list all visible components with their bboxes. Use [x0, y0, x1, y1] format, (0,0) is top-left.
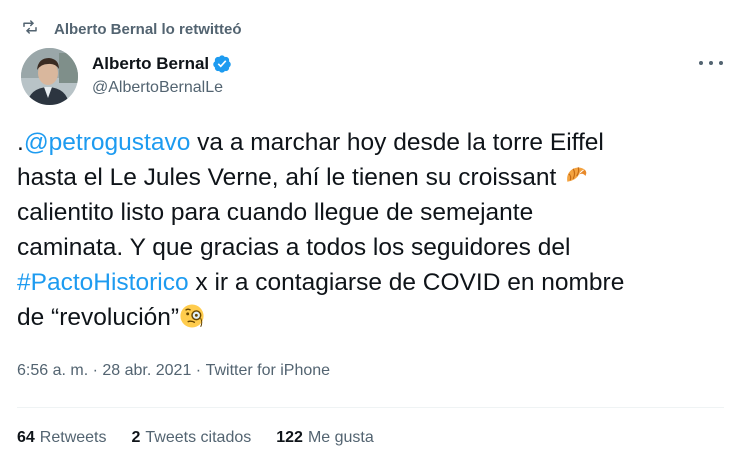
tweet-date[interactable]: 28 abr. 2021 [102, 362, 191, 380]
author-name[interactable]: Alberto Bernal [92, 54, 209, 74]
meta-separator: · [191, 362, 206, 379]
tweet-text: .@petrogustavo va a marchar hoy desde la… [17, 125, 732, 335]
meta-separator: · [88, 362, 103, 379]
likes-stat[interactable]: 122 Me gusta [276, 429, 374, 447]
tweet-line: hasta el Le Jules Verne, ahí le tienen s… [17, 160, 732, 195]
tweet-text-segment: caminata. Y que gracias a todos los segu… [17, 234, 571, 261]
monocle-emoji [179, 303, 205, 329]
tweet-source[interactable]: Twitter for iPhone [206, 362, 331, 380]
quote-tweets-stat[interactable]: 2 Tweets citados [132, 429, 252, 447]
more-options-button[interactable] [699, 54, 723, 72]
retweets-label: Retweets [39, 429, 107, 446]
tweet-text-segment: calientito listo para cuando llegue de s… [17, 199, 534, 226]
tweet-line: .@petrogustavo va a marchar hoy desde la… [17, 125, 732, 160]
tweet-text-segment: de “revolución” [17, 304, 180, 331]
likes-count: 122 [276, 429, 303, 446]
likes-label: Me gusta [307, 429, 374, 446]
tweet-line: de “revolución” [17, 300, 732, 335]
tweet-stats: 64 Retweets 2 Tweets citados 122 Me gust… [17, 429, 399, 447]
hashtag-link[interactable]: #PactoHistorico [17, 269, 189, 296]
retweet-label[interactable]: Alberto Bernal lo retwitteó [54, 21, 242, 38]
retweets-count: 64 [17, 429, 35, 446]
quote-tweets-count: 2 [131, 429, 141, 446]
tweet-line: caminata. Y que gracias a todos los segu… [17, 230, 732, 265]
tweet-text-segment: x ir a contagiarse de COVID en nombre [188, 269, 625, 296]
more-dot [709, 61, 713, 65]
retweet-context[interactable]: Alberto Bernal lo retwitteó [21, 18, 242, 40]
author-handle[interactable]: @AlbertoBernalLe [92, 79, 232, 97]
divider [17, 407, 724, 408]
mention-link[interactable]: @petrogustavo [24, 129, 191, 156]
more-dot [699, 61, 703, 65]
retweets-stat[interactable]: 64 Retweets [17, 429, 107, 447]
tweet-text-segment: va a marchar hoy desde la torre Eiffel [190, 129, 604, 156]
tweet-line: calientito listo para cuando llegue de s… [17, 195, 732, 230]
tweet-line: #PactoHistorico x ir a contagiarse de CO… [17, 265, 732, 300]
verified-badge-icon [212, 54, 232, 74]
author-info: Alberto Bernal @AlbertoBernalLe [92, 53, 232, 97]
retweet-icon [21, 18, 39, 41]
tweet-time[interactable]: 6:56 a. m. [17, 362, 88, 380]
tweet-text-segment: hasta el Le Jules Verne, ahí le tienen s… [17, 164, 564, 191]
tweet-text-segment: . [17, 129, 24, 156]
avatar[interactable] [21, 48, 78, 105]
croissant-emoji [563, 163, 589, 189]
quote-tweets-label: Tweets citados [145, 429, 252, 446]
tweet-meta: 6:56 a. m. · 28 abr. 2021 · Twitter for … [17, 362, 330, 380]
more-dot [719, 61, 723, 65]
